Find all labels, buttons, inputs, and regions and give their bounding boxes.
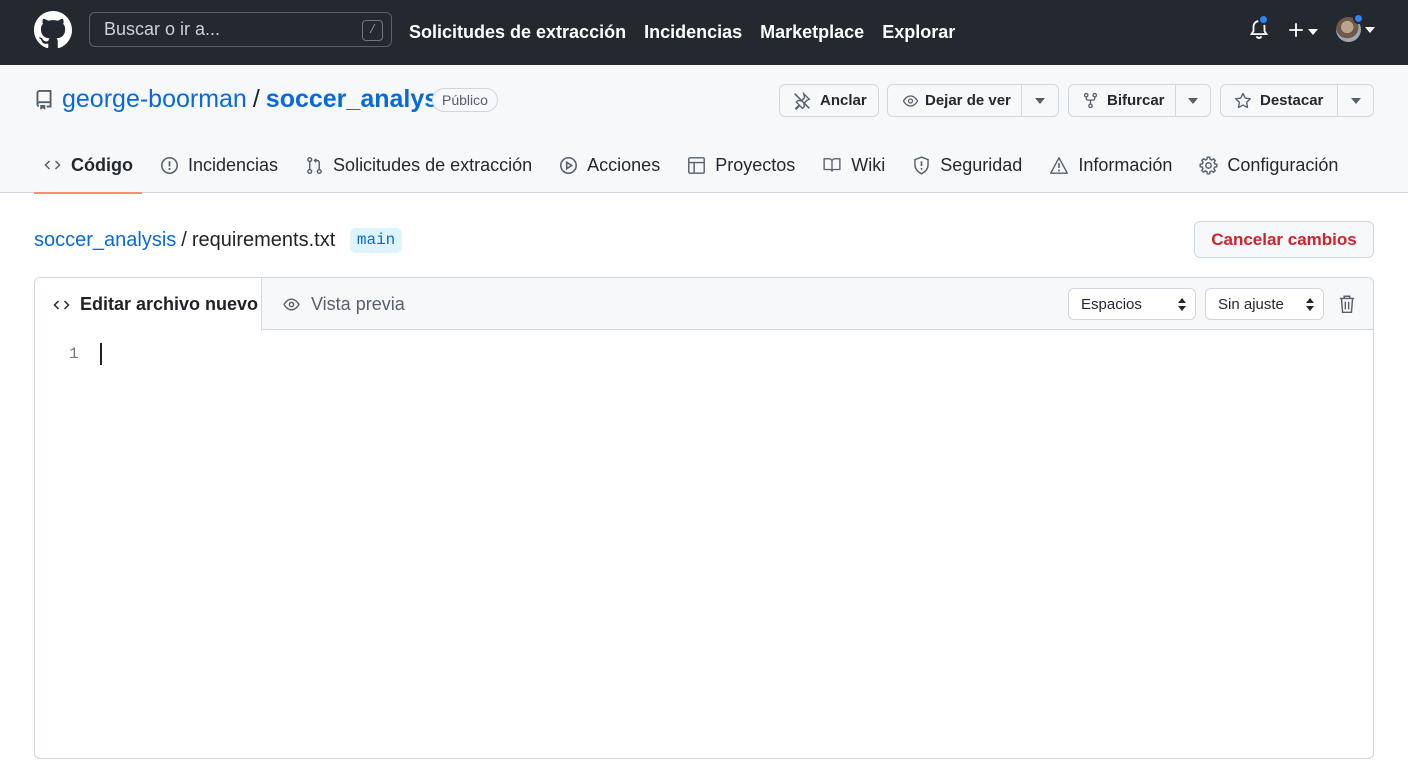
nav-issues[interactable]: Incidencias bbox=[644, 22, 742, 43]
tab-preview[interactable]: Vista previa bbox=[281, 278, 405, 330]
star-options-button[interactable] bbox=[1337, 85, 1373, 116]
tab-label: Wiki bbox=[851, 154, 886, 175]
search-box[interactable]: / bbox=[89, 12, 392, 47]
eye-icon bbox=[283, 297, 300, 311]
pin-slash-icon bbox=[794, 91, 811, 110]
github-logo-icon[interactable] bbox=[34, 11, 72, 49]
graph-icon bbox=[1050, 156, 1069, 174]
watch-button-group: Dejar de ver bbox=[887, 84, 1059, 117]
search-shortcut-key: / bbox=[362, 20, 383, 41]
trash-icon[interactable] bbox=[1338, 294, 1356, 314]
caret-down-icon bbox=[1365, 27, 1375, 33]
tab-code[interactable]: Código bbox=[34, 137, 142, 194]
file-editor: Editar archivo nuevo Vista previa Espaci… bbox=[34, 277, 1374, 759]
star-button-group: Destacar bbox=[1220, 84, 1374, 117]
watch-label: Dejar de ver bbox=[925, 92, 1011, 109]
watch-options-button[interactable] bbox=[1021, 85, 1058, 116]
tab-label: Configuración bbox=[1227, 154, 1339, 175]
fork-label: Bifurcar bbox=[1107, 92, 1165, 109]
fork-button[interactable]: Bifurcar bbox=[1069, 85, 1175, 116]
issue-icon bbox=[160, 156, 178, 174]
select-arrows-icon bbox=[1178, 298, 1186, 311]
fork-button-group: Bifurcar bbox=[1068, 84, 1211, 117]
tab-label: Solicitudes de extracción bbox=[333, 154, 533, 175]
tab-issues[interactable]: Incidencias bbox=[151, 137, 287, 193]
tab-insights[interactable]: Información bbox=[1040, 137, 1181, 193]
search-input[interactable] bbox=[104, 19, 344, 40]
edit-tab-label: Editar archivo nuevo bbox=[80, 294, 259, 314]
caret-down-icon bbox=[1035, 97, 1046, 104]
repo-icon bbox=[36, 90, 52, 110]
indent-mode-select[interactable]: Espacios bbox=[1068, 288, 1196, 320]
repo-title: george-boorman / soccer_analysis bbox=[62, 85, 459, 114]
tab-edit-file[interactable]: Editar archivo nuevo bbox=[35, 278, 262, 331]
caret-down-icon bbox=[1188, 97, 1199, 104]
user-menu-button[interactable] bbox=[1336, 13, 1376, 43]
table-icon bbox=[688, 156, 706, 174]
tab-label: Información bbox=[1078, 154, 1173, 175]
repo-name-link[interactable]: soccer_analysis bbox=[266, 85, 459, 114]
wrap-mode-select[interactable]: Sin ajuste bbox=[1205, 288, 1324, 320]
global-header: / Solicitudes de extracción Incidencias … bbox=[0, 0, 1408, 65]
avatar-status-dot bbox=[1353, 13, 1364, 24]
fork-icon bbox=[1083, 92, 1098, 109]
eye-icon bbox=[902, 94, 919, 107]
plus-icon bbox=[1289, 23, 1303, 37]
visibility-badge: Público bbox=[432, 88, 498, 112]
repo-owner-link[interactable]: george-boorman bbox=[62, 85, 247, 114]
star-button[interactable]: Destacar bbox=[1221, 85, 1337, 116]
pull-request-icon bbox=[307, 156, 322, 174]
create-new-button[interactable] bbox=[1287, 20, 1321, 42]
repo-title-separator: / bbox=[252, 85, 260, 113]
notification-dot bbox=[1258, 14, 1269, 25]
tab-actions[interactable]: Acciones bbox=[550, 137, 669, 193]
branch-badge: main bbox=[349, 227, 403, 253]
caret-down-icon bbox=[1308, 29, 1318, 35]
wrap-mode-value: Sin ajuste bbox=[1218, 295, 1284, 313]
line-number: 1 bbox=[69, 345, 79, 363]
unwatch-button[interactable]: Dejar de ver bbox=[888, 85, 1021, 116]
select-arrows-icon bbox=[1306, 298, 1314, 311]
text-cursor[interactable] bbox=[100, 343, 102, 365]
play-icon bbox=[560, 156, 578, 174]
global-nav: Solicitudes de extracción Incidencias Ma… bbox=[409, 0, 973, 65]
tab-settings[interactable]: Configuración bbox=[1190, 137, 1347, 193]
file-path-breadcrumb: soccer_analysis / main bbox=[34, 226, 403, 254]
repo-tabs: Código Incidencias Solicitudes de extrac… bbox=[34, 137, 1356, 194]
tab-label: Código bbox=[71, 154, 133, 175]
nav-marketplace[interactable]: Marketplace bbox=[760, 22, 864, 43]
tab-label: Proyectos bbox=[715, 154, 796, 175]
tab-wiki[interactable]: Wiki bbox=[813, 137, 894, 193]
nav-explore[interactable]: Explorar bbox=[882, 22, 955, 43]
gear-icon bbox=[1199, 155, 1218, 175]
path-separator: / bbox=[181, 228, 187, 251]
star-label: Destacar bbox=[1260, 92, 1324, 109]
repo-crumb-link[interactable]: soccer_analysis bbox=[34, 229, 176, 252]
fork-options-button[interactable] bbox=[1175, 85, 1210, 116]
book-icon bbox=[823, 158, 841, 172]
line-number-gutter: 1 bbox=[35, 330, 87, 758]
tab-label: Incidencias bbox=[187, 154, 279, 175]
filename-input[interactable] bbox=[191, 228, 344, 252]
tab-pull-requests[interactable]: Solicitudes de extracción bbox=[296, 137, 541, 193]
indent-mode-value: Espacios bbox=[1081, 295, 1142, 313]
tab-security[interactable]: Seguridad bbox=[903, 137, 1031, 193]
code-icon bbox=[53, 299, 70, 310]
tab-label: Seguridad bbox=[940, 154, 1023, 175]
repo-header: george-boorman / soccer_analysis Público… bbox=[0, 65, 1408, 194]
star-icon bbox=[1235, 92, 1251, 108]
pin-label: Anclar bbox=[820, 92, 867, 109]
caret-down-icon bbox=[1350, 97, 1361, 104]
pin-button[interactable]: Anclar bbox=[779, 84, 879, 117]
nav-pull-requests[interactable]: Solicitudes de extracción bbox=[409, 22, 626, 43]
tab-projects[interactable]: Proyectos bbox=[678, 137, 804, 193]
editor-toolbar: Editar archivo nuevo Vista previa Espaci… bbox=[35, 278, 1373, 331]
shield-icon bbox=[914, 155, 929, 175]
cancel-changes-button[interactable]: Cancelar cambios bbox=[1194, 221, 1374, 258]
code-icon bbox=[44, 160, 61, 170]
preview-tab-label: Vista previa bbox=[311, 293, 405, 314]
tab-label: Acciones bbox=[587, 154, 661, 175]
